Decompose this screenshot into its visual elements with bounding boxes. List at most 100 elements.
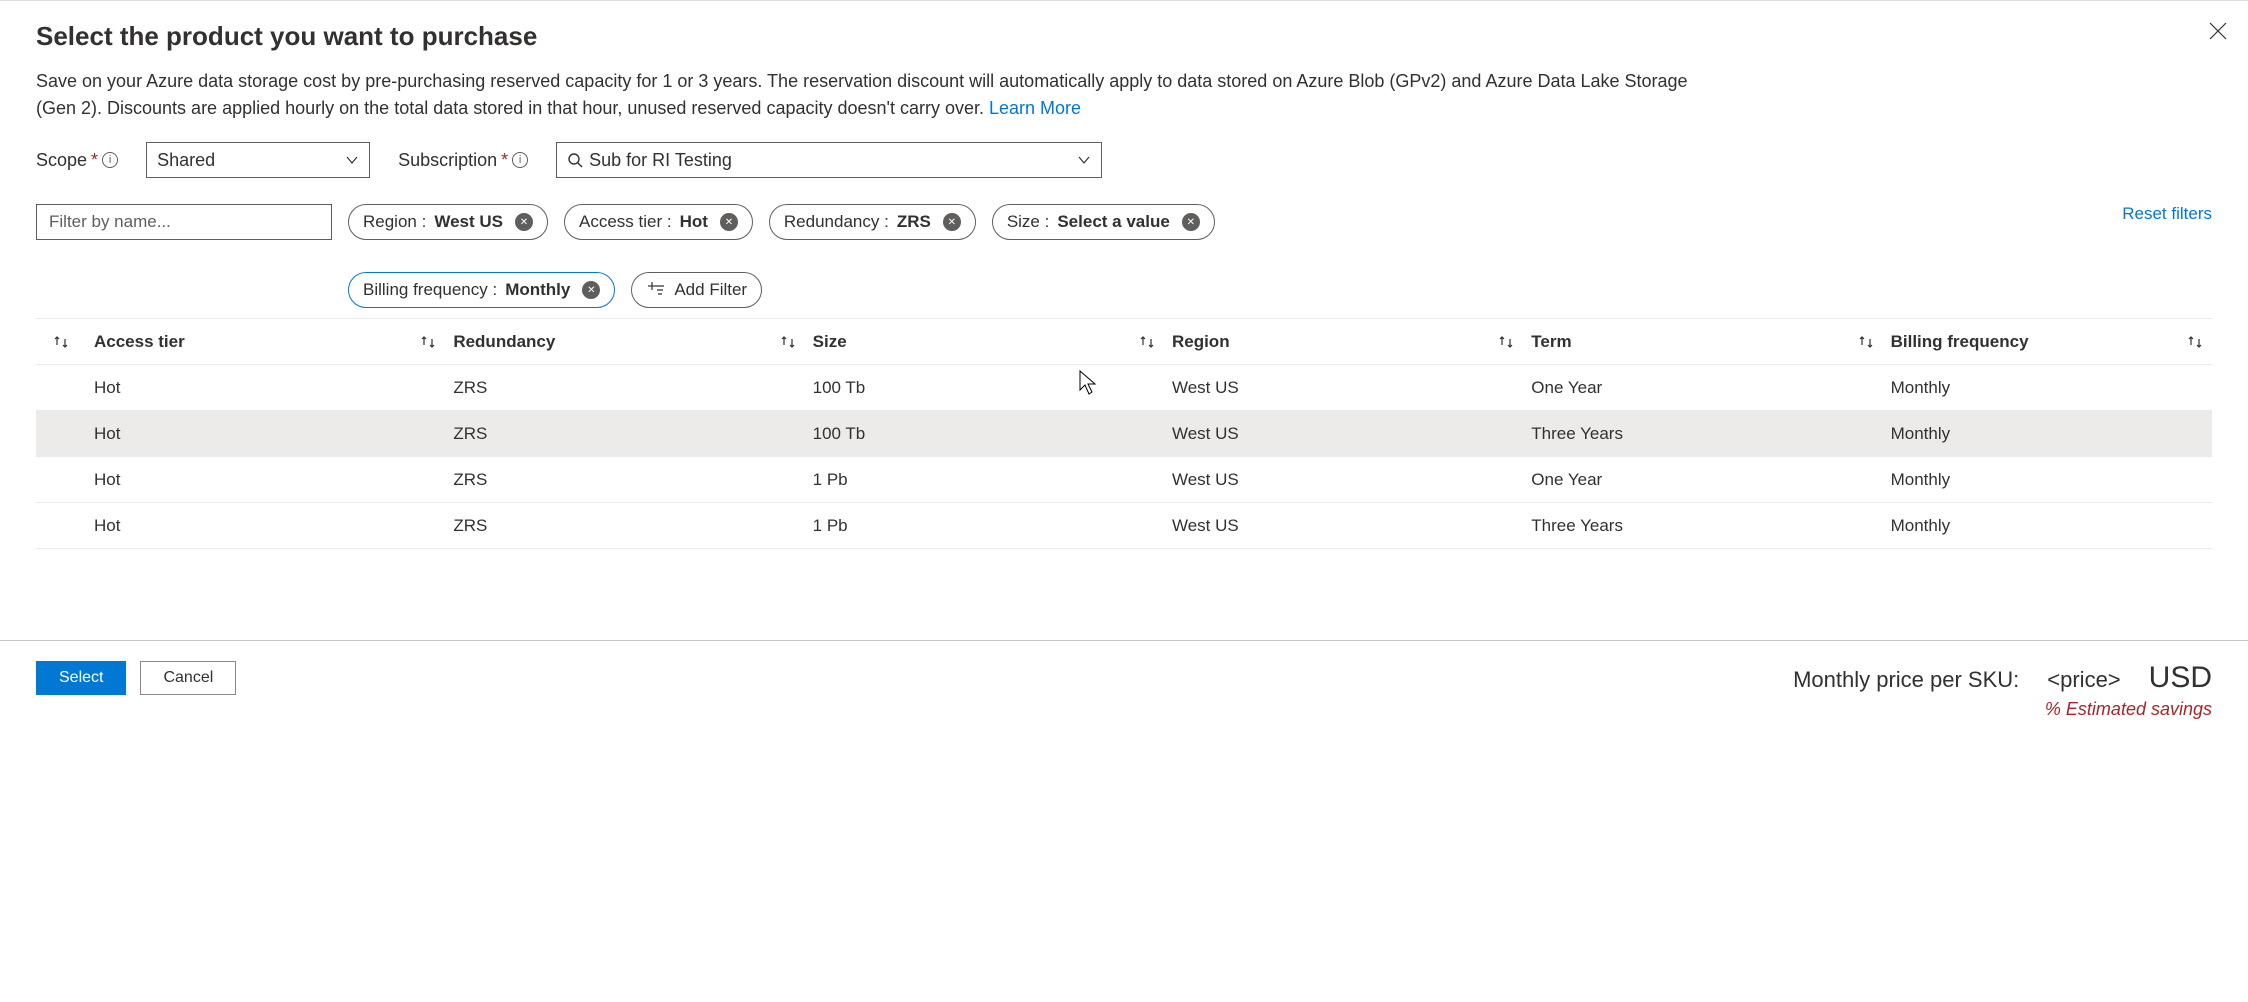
- table-body: HotZRS100 TbWest USOne YearMonthlyHotZRS…: [36, 365, 2212, 549]
- filter-pill-label: Billing frequency :: [363, 280, 497, 300]
- subscription-value: Sub for RI Testing: [589, 150, 732, 171]
- cell-redundancy: ZRS: [445, 378, 804, 398]
- clear-filter-icon[interactable]: ✕: [515, 213, 533, 231]
- add-filter-icon: [646, 280, 666, 300]
- cell-region: West US: [1164, 424, 1523, 444]
- cell-billing: Monthly: [1883, 378, 2212, 398]
- filter-pill-value: Select a value: [1057, 212, 1169, 232]
- scope-dropdown[interactable]: Shared: [146, 142, 370, 178]
- filter-pill-value: ZRS: [897, 212, 931, 232]
- cell-access-tier: Hot: [86, 470, 445, 490]
- cell-size: 100 Tb: [805, 424, 1164, 444]
- cancel-button[interactable]: Cancel: [140, 661, 236, 695]
- filter-pill-value: West US: [434, 212, 503, 232]
- controls-row: Scope * i Shared Subscription * i Sub fo…: [36, 142, 2212, 178]
- column-header[interactable]: Billing frequency: [1883, 332, 2212, 352]
- products-table: Access tier Redundancy Size Region Term Billi…: [36, 318, 2212, 549]
- price-summary: Monthly price per SKU: <price> USD % Est…: [1793, 661, 2212, 720]
- required-asterisk: *: [91, 150, 98, 171]
- search-icon: [567, 152, 583, 168]
- table-row[interactable]: HotZRS1 PbWest USThree YearsMonthly: [36, 503, 2212, 549]
- filter-pill[interactable]: Size : Select a value ✕: [992, 204, 1215, 240]
- cell-billing: Monthly: [1883, 516, 2212, 536]
- table-row[interactable]: HotZRS100 TbWest USThree YearsMonthly: [36, 411, 2212, 457]
- column-label: Billing frequency: [1891, 332, 2029, 352]
- cell-region: West US: [1164, 378, 1523, 398]
- row-sort-handle[interactable]: [36, 333, 86, 351]
- column-header[interactable]: Size: [805, 332, 1164, 352]
- sort-icon: [52, 333, 70, 351]
- clear-filter-icon[interactable]: ✕: [582, 281, 600, 299]
- chevron-down-icon: [1077, 153, 1091, 167]
- cell-term: Three Years: [1523, 424, 1882, 444]
- info-icon[interactable]: i: [512, 152, 528, 168]
- column-header[interactable]: Redundancy: [445, 332, 804, 352]
- cell-billing: Monthly: [1883, 470, 2212, 490]
- column-label: Access tier: [94, 332, 185, 352]
- filter-pill[interactable]: Billing frequency : Monthly ✕: [348, 272, 615, 308]
- cell-access-tier: Hot: [86, 378, 445, 398]
- cell-size: 1 Pb: [805, 470, 1164, 490]
- column-label: Size: [813, 332, 847, 352]
- cell-term: One Year: [1523, 470, 1882, 490]
- column-header[interactable]: Access tier: [86, 332, 445, 352]
- cell-region: West US: [1164, 470, 1523, 490]
- filter-by-name-input[interactable]: [36, 204, 332, 240]
- filter-pills: Region : West US✕Access tier : Hot✕Redun…: [348, 204, 1661, 308]
- description-text: Save on your Azure data storage cost by …: [36, 71, 1688, 118]
- table-header: Access tier Redundancy Size Region Term Billi…: [36, 319, 2212, 365]
- purchase-panel: Select the product you want to purchase …: [0, 0, 2248, 580]
- close-icon[interactable]: [2206, 19, 2230, 43]
- filters-row: Region : West US✕Access tier : Hot✕Redun…: [36, 204, 2212, 308]
- reset-filters-link[interactable]: Reset filters: [2122, 204, 2212, 224]
- footer-bar: Select Cancel Monthly price per SKU: <pr…: [0, 640, 2248, 744]
- price-value: <price>: [2047, 667, 2120, 693]
- filter-pill-value: Monthly: [505, 280, 570, 300]
- estimated-savings: % Estimated savings: [1793, 699, 2212, 720]
- page-title: Select the product you want to purchase: [36, 21, 2212, 52]
- clear-filter-icon[interactable]: ✕: [720, 213, 738, 231]
- scope-label: Scope * i: [36, 150, 118, 171]
- currency-label: USD: [2149, 661, 2212, 695]
- filter-pill[interactable]: Redundancy : ZRS ✕: [769, 204, 976, 240]
- select-button[interactable]: Select: [36, 661, 126, 695]
- page-description: Save on your Azure data storage cost by …: [36, 68, 1696, 122]
- add-filter-button[interactable]: Add Filter: [631, 272, 762, 308]
- required-asterisk: *: [501, 150, 508, 171]
- cell-term: Three Years: [1523, 516, 1882, 536]
- column-header[interactable]: Region: [1164, 332, 1523, 352]
- sort-icon: [419, 333, 437, 351]
- cell-region: West US: [1164, 516, 1523, 536]
- sort-icon: [1857, 333, 1875, 351]
- filter-pill-value: Hot: [680, 212, 708, 232]
- table-row[interactable]: HotZRS1 PbWest USOne YearMonthly: [36, 457, 2212, 503]
- column-header[interactable]: Term: [1523, 332, 1882, 352]
- cell-size: 100 Tb: [805, 378, 1164, 398]
- column-label: Redundancy: [453, 332, 555, 352]
- clear-filter-icon[interactable]: ✕: [1182, 213, 1200, 231]
- cell-term: One Year: [1523, 378, 1882, 398]
- chevron-down-icon: [345, 153, 359, 167]
- table-row[interactable]: HotZRS100 TbWest USOne YearMonthly: [36, 365, 2212, 411]
- filter-pill-label: Redundancy :: [784, 212, 889, 232]
- price-label: Monthly price per SKU:: [1793, 667, 2019, 693]
- filter-pill-label: Size :: [1007, 212, 1050, 232]
- filter-pill[interactable]: Access tier : Hot ✕: [564, 204, 753, 240]
- cell-access-tier: Hot: [86, 516, 445, 536]
- clear-filter-icon[interactable]: ✕: [943, 213, 961, 231]
- add-filter-label: Add Filter: [674, 280, 747, 300]
- cell-access-tier: Hot: [86, 424, 445, 444]
- subscription-dropdown[interactable]: Sub for RI Testing: [556, 142, 1102, 178]
- sort-icon: [1497, 333, 1515, 351]
- column-label: Term: [1531, 332, 1571, 352]
- filter-pill-label: Access tier :: [579, 212, 672, 232]
- filter-pill[interactable]: Region : West US✕: [348, 204, 548, 240]
- subscription-label: Subscription * i: [398, 150, 528, 171]
- cell-billing: Monthly: [1883, 424, 2212, 444]
- learn-more-link[interactable]: Learn More: [989, 98, 1081, 118]
- info-icon[interactable]: i: [102, 152, 118, 168]
- cell-size: 1 Pb: [805, 516, 1164, 536]
- cell-redundancy: ZRS: [445, 424, 804, 444]
- column-label: Region: [1172, 332, 1230, 352]
- cell-redundancy: ZRS: [445, 470, 804, 490]
